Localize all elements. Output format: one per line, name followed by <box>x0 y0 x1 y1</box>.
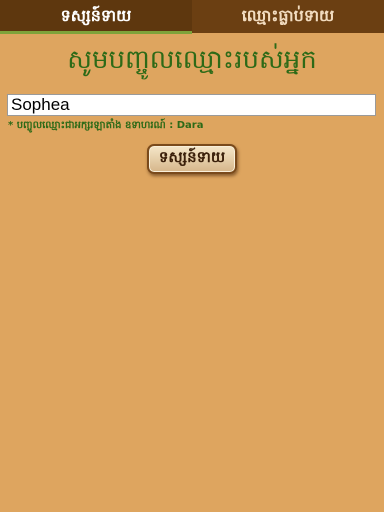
name-input[interactable] <box>7 94 376 116</box>
tab-history[interactable]: ឈ្មោះធ្លាប់ទាយ <box>192 0 384 33</box>
button-row: ទស្សន៍ទាយ <box>0 144 384 174</box>
tab-predict[interactable]: ទស្សន៍ទាយ <box>0 0 192 33</box>
predict-button[interactable]: ទស្សន៍ទាយ <box>147 144 237 174</box>
page-title: សូមបញ្ចូលឈ្មោះរបស់អ្នក <box>67 45 317 75</box>
tab-bar: ទស្សន៍ទាយ ឈ្មោះធ្លាប់ទាយ <box>0 0 384 33</box>
name-hint: * បញ្ចូលឈ្មោះជាអក្សរឡាតាំង ឧទាហរណ៍ : Dar… <box>8 120 204 131</box>
active-tab-indicator <box>0 31 192 34</box>
